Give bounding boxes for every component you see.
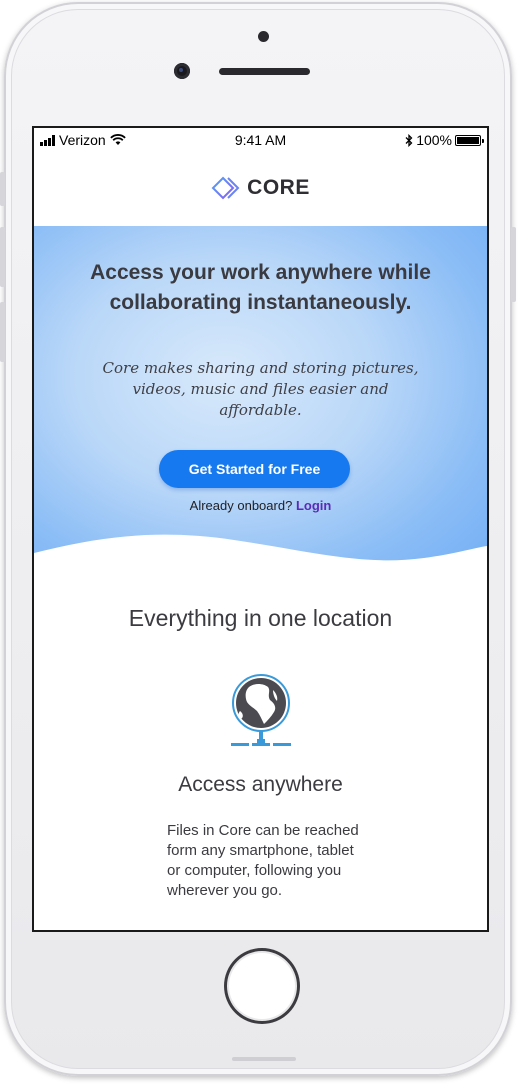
feature-description: Files in Core can be reached form any sm… (167, 822, 359, 899)
power-button (511, 227, 516, 302)
bluetooth-icon (405, 133, 413, 147)
home-button[interactable] (224, 948, 300, 1024)
proximity-sensor (258, 31, 269, 42)
globe-network-icon (227, 673, 295, 751)
navbar: CORE (34, 150, 487, 226)
side-button (0, 172, 5, 206)
battery-percent: 100% (416, 132, 452, 148)
volume-down-button (0, 302, 5, 362)
hero-wave (34, 534, 487, 578)
status-bar: Verizon 9:41 AM 100% (34, 128, 487, 150)
volume-up-button (0, 227, 5, 287)
onboard-line: Already onboard? Login (34, 498, 487, 513)
brand-name[interactable]: CORE (247, 176, 310, 200)
screen: Verizon 9:41 AM 100% CORE Access your wo… (34, 128, 487, 930)
get-started-button[interactable]: Get Started for Free (159, 450, 350, 488)
diamond-logo-icon[interactable] (211, 176, 241, 200)
earpiece-speaker (219, 68, 310, 75)
login-link[interactable]: Login (296, 498, 331, 513)
front-camera (174, 63, 190, 79)
hero-subtitle: Core makes sharing and storing pictures,… (102, 359, 419, 419)
frame-edge (232, 1057, 296, 1061)
feature-title: Access anywhere (178, 773, 343, 796)
hero-title: Access your work anywhere while collabor… (90, 261, 431, 314)
section-title: Everything in one location (128, 605, 393, 631)
onboard-text: Already onboard? (189, 498, 293, 513)
battery-icon (455, 134, 484, 146)
